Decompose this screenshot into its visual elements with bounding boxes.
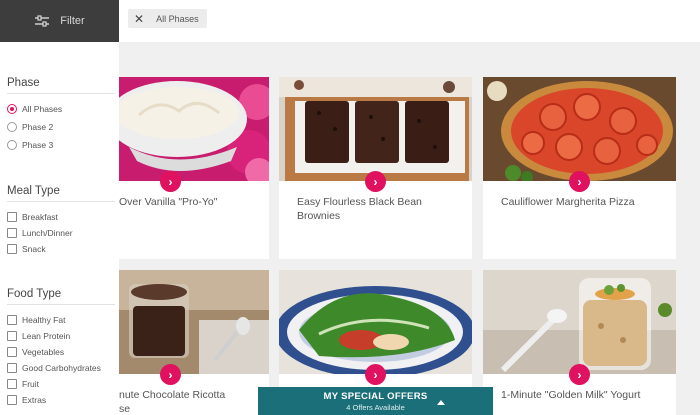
option-label: Vegetables (22, 347, 65, 357)
checkbox-option-vegetables[interactable]: Vegetables (7, 346, 64, 358)
filter-label: Filter (60, 15, 85, 27)
recipe-image[interactable] (279, 270, 472, 374)
recipe-image[interactable] (119, 77, 269, 181)
recipe-image[interactable] (483, 77, 676, 181)
filter-button[interactable]: Filter (0, 0, 119, 42)
chevron-right-icon: › (373, 174, 378, 189)
checkbox-option-breakfast[interactable]: Breakfast (7, 211, 58, 223)
recipe-title[interactable]: 1-Minute "Golden Milk" Yogurt (501, 388, 640, 402)
recipe-title-line: nute Chocolate Ricotta (119, 389, 226, 401)
recipe-title[interactable]: nute Chocolate Ricotta se (119, 388, 225, 415)
chevron-right-icon: › (168, 367, 173, 382)
checkbox-option-lunch-dinner[interactable]: Lunch/Dinner (7, 227, 73, 239)
filter-sidebar: Phase All Phases Phase 2 Phase 3 Meal Ty… (0, 42, 119, 415)
divider (7, 93, 115, 94)
view-recipe-button[interactable]: › (365, 364, 386, 385)
offers-title: MY SPECIAL OFFERS (323, 391, 428, 402)
checkbox-option-extras[interactable]: Extras (7, 394, 46, 406)
checkbox-icon[interactable] (7, 347, 17, 357)
radio-icon[interactable] (7, 122, 17, 132)
view-recipe-button[interactable]: › (569, 171, 590, 192)
sliders-icon (35, 15, 50, 27)
chevron-right-icon: › (373, 367, 378, 382)
divider (7, 201, 115, 202)
checkbox-option-lean-protein[interactable]: Lean Protein (7, 330, 70, 342)
recipe-title-line: 1-Minute "Golden Milk" Yogurt (501, 389, 641, 401)
checkbox-icon[interactable] (7, 363, 17, 373)
divider (7, 304, 115, 305)
chevron-right-icon: › (577, 367, 582, 382)
recipe-title[interactable]: Over Vanilla "Pro-Yo" (119, 195, 218, 209)
checkbox-icon[interactable] (7, 244, 17, 254)
meal-type-group-title: Meal Type (7, 185, 60, 197)
active-filter-chip[interactable]: ✕ All Phases (128, 9, 207, 28)
option-label: Lunch/Dinner (22, 228, 73, 238)
option-label: Phase 2 (22, 122, 54, 132)
food-type-group-title: Food Type (7, 288, 62, 300)
view-recipe-button[interactable]: › (569, 364, 590, 385)
view-recipe-button[interactable]: › (365, 171, 386, 192)
recipe-title-line: se (119, 403, 131, 415)
checkbox-option-healthy-fat[interactable]: Healthy Fat (7, 314, 65, 326)
recipe-card[interactable]: › Cauliflower Margherita Pizza (483, 77, 676, 259)
recipe-card[interactable]: › Easy Flourless Black Bean Brownies (279, 77, 472, 259)
checkbox-icon[interactable] (7, 395, 17, 405)
recipe-title[interactable]: Easy Flourless Black Bean Brownies (297, 195, 422, 223)
phase-group-title: Phase (7, 77, 40, 89)
checkbox-icon[interactable] (7, 228, 17, 238)
radio-option-phase-2[interactable]: Phase 2 (7, 121, 53, 133)
close-icon[interactable]: ✕ (134, 13, 144, 25)
option-label: All Phases (22, 104, 63, 114)
option-label: Phase 3 (22, 140, 54, 150)
checkbox-option-fruit[interactable]: Fruit (7, 378, 39, 390)
option-label: Extras (22, 395, 47, 405)
chevron-right-icon: › (577, 174, 582, 189)
option-label: Breakfast (22, 212, 58, 222)
checkbox-icon[interactable] (7, 212, 17, 222)
recipe-card[interactable]: › nute Chocolate Ricotta se (119, 270, 269, 415)
recipe-title-line: Brownies (297, 210, 341, 222)
option-label: Lean Protein (22, 331, 71, 341)
recipe-image[interactable] (119, 270, 269, 374)
chevron-right-icon: › (168, 174, 173, 189)
caret-up-icon[interactable] (437, 400, 445, 405)
recipe-card[interactable]: › Over Vanilla "Pro-Yo" (119, 77, 269, 259)
checkbox-option-snack[interactable]: Snack (7, 243, 46, 255)
top-bar: Filter ✕ All Phases (0, 0, 700, 42)
recipe-title-line: Cauliflower Margherita Pizza (501, 196, 635, 208)
option-label: Healthy Fat (22, 315, 66, 325)
chip-label: All Phases (156, 13, 199, 24)
view-recipe-button[interactable]: › (160, 171, 181, 192)
recipe-card[interactable]: › 1-Minute "Golden Milk" Yogurt (483, 270, 676, 415)
radio-option-phase-3[interactable]: Phase 3 (7, 139, 53, 151)
radio-icon[interactable] (7, 140, 17, 150)
option-label: Good Carbohydrates (22, 363, 101, 373)
option-label: Fruit (22, 379, 39, 389)
recipe-image[interactable] (483, 270, 676, 374)
recipe-image[interactable] (279, 77, 472, 181)
checkbox-icon[interactable] (7, 331, 17, 341)
checkbox-option-good-carbohydrates[interactable]: Good Carbohydrates (7, 362, 101, 374)
recipe-title-line: Over Vanilla "Pro-Yo" (119, 196, 218, 208)
recipe-title[interactable]: Cauliflower Margherita Pizza (501, 195, 635, 209)
radio-selected-icon[interactable] (7, 104, 17, 114)
offers-subtitle: 4 Offers Available (346, 403, 405, 412)
view-recipe-button[interactable]: › (160, 364, 181, 385)
checkbox-icon[interactable] (7, 315, 17, 325)
checkbox-icon[interactable] (7, 379, 17, 389)
special-offers-bar[interactable]: MY SPECIAL OFFERS 4 Offers Available (258, 387, 493, 415)
radio-option-all-phases[interactable]: All Phases (7, 103, 62, 115)
recipe-title-line: Easy Flourless Black Bean (297, 196, 422, 208)
option-label: Snack (22, 244, 46, 254)
